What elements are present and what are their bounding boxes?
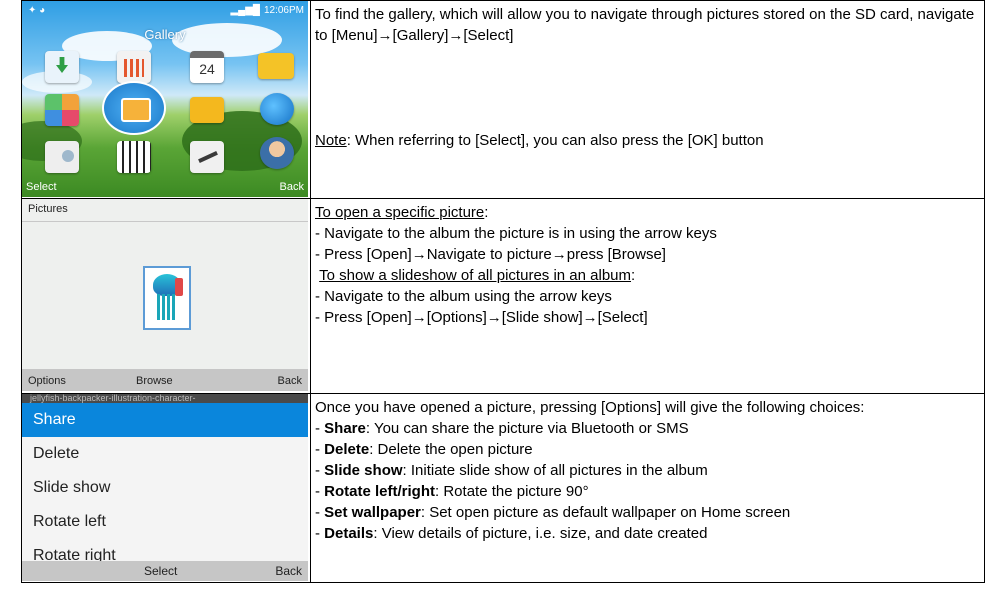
gallery-icon[interactable] xyxy=(102,81,166,135)
back-softkey[interactable]: Back xyxy=(280,181,304,193)
option-desc-delete: - Delete: Delete the open picture xyxy=(315,440,533,458)
pictures-header: Pictures xyxy=(28,203,68,216)
phone-options-screenshot: jellyfish-backpacker-illustration-charac… xyxy=(22,393,308,581)
option-delete[interactable]: Delete xyxy=(22,437,308,471)
open-picture-heading: To open a specific picture: xyxy=(315,204,489,222)
select-softkey[interactable]: Select xyxy=(144,564,177,578)
open-picture-step-1: - Navigate to the album the picture is i… xyxy=(315,225,717,243)
phone-home-menu-screenshot: ✦ ◕ 12:06PM ▂▄▆█ Gallery 24 Select Back xyxy=(22,1,308,197)
album-thumbnail[interactable] xyxy=(143,266,191,331)
file-name-header: jellyfish-backpacker-illustration-charac… xyxy=(22,393,308,403)
calendar-day: 24 xyxy=(199,61,215,77)
slideshow-heading: To show a slideshow of all pictures in a… xyxy=(319,267,636,285)
softkey-bar: Select Back xyxy=(22,175,308,197)
softkey-bar: Options Browse Back xyxy=(22,369,308,392)
phone-pictures-screenshot: Pictures Options Browse Back xyxy=(22,199,308,392)
options-screenshot-cell: jellyfish-backpacker-illustration-charac… xyxy=(21,392,311,584)
option-desc-share: - Share: You can share the picture via B… xyxy=(315,419,689,437)
status-bar: ✦ ◕ 12:06PM ▂▄▆█ xyxy=(28,5,304,19)
gallery-instructions-text: To find the gallery, which will allow yo… xyxy=(315,6,975,44)
back-softkey[interactable]: Back xyxy=(278,375,302,387)
softkey-bar: Select Back xyxy=(22,560,308,581)
gallery-title: Gallery xyxy=(144,27,186,42)
settings-icon[interactable] xyxy=(190,141,224,173)
pictures-instructions-cell: To open a specific picture: - Navigate t… xyxy=(310,198,985,394)
open-picture-step-2: - Press [Open]→Navigate to picture→press… xyxy=(315,246,666,264)
note-label: Note xyxy=(315,132,347,149)
gallery-instructions-cell: To find the gallery, which will allow yo… xyxy=(310,0,985,200)
slideshow-step-2: - Press [Open]→[Options]→[Slide show]→[S… xyxy=(315,309,648,327)
options-instructions-cell: Once you have opened a picture, pressing… xyxy=(310,392,985,584)
options-softkey[interactable]: Options xyxy=(28,375,66,387)
folder-icon[interactable] xyxy=(190,97,224,123)
status-time: 12:06PM xyxy=(263,5,304,16)
notification-icons: ✦ ◕ xyxy=(28,5,46,16)
options-intro: Once you have opened a picture, pressing… xyxy=(315,398,865,416)
pictures-screenshot-cell: Pictures Options Browse Back xyxy=(21,198,311,394)
browse-softkey[interactable]: Browse xyxy=(136,375,173,387)
mail-icon[interactable] xyxy=(258,53,294,79)
calendar-icon[interactable]: 24 xyxy=(190,51,224,83)
option-share[interactable]: Share xyxy=(22,402,308,437)
option-desc-wallpaper: - Set wallpaper: Set open picture as def… xyxy=(315,503,791,521)
option-desc-slide-show: - Slide show: Initiate slide show of all… xyxy=(315,461,708,479)
option-slide-show[interactable]: Slide show xyxy=(22,471,308,505)
gallery-home-screenshot-cell: ✦ ◕ 12:06PM ▂▄▆█ Gallery 24 Select Back xyxy=(21,0,311,200)
option-desc-rotate: - Rotate left/right: Rotate the picture … xyxy=(315,482,589,500)
slideshow-step-1: - Navigate to the album using the arrow … xyxy=(315,288,612,306)
signal-icon: ▂▄▆█ xyxy=(230,5,260,16)
apps-grid-icon[interactable] xyxy=(45,94,79,126)
contacts-icon[interactable] xyxy=(260,137,294,169)
radio-icon[interactable] xyxy=(45,141,79,173)
note-paragraph: Note: When referring to [Select], you ca… xyxy=(315,130,978,151)
option-rotate-left[interactable]: Rotate left xyxy=(22,505,308,539)
back-softkey[interactable]: Back xyxy=(275,564,302,578)
piano-icon[interactable] xyxy=(117,141,151,173)
instruction-table: ✦ ◕ 12:06PM ▂▄▆█ Gallery 24 Select Back … xyxy=(21,0,985,584)
equalizer-icon[interactable] xyxy=(117,51,151,83)
select-softkey[interactable]: Select xyxy=(26,181,57,193)
globe-icon[interactable] xyxy=(260,93,294,125)
option-desc-details: - Details: View details of picture, i.e.… xyxy=(315,524,708,542)
download-icon[interactable] xyxy=(45,51,79,83)
note-text: : When referring to [Select], you can al… xyxy=(346,132,764,149)
